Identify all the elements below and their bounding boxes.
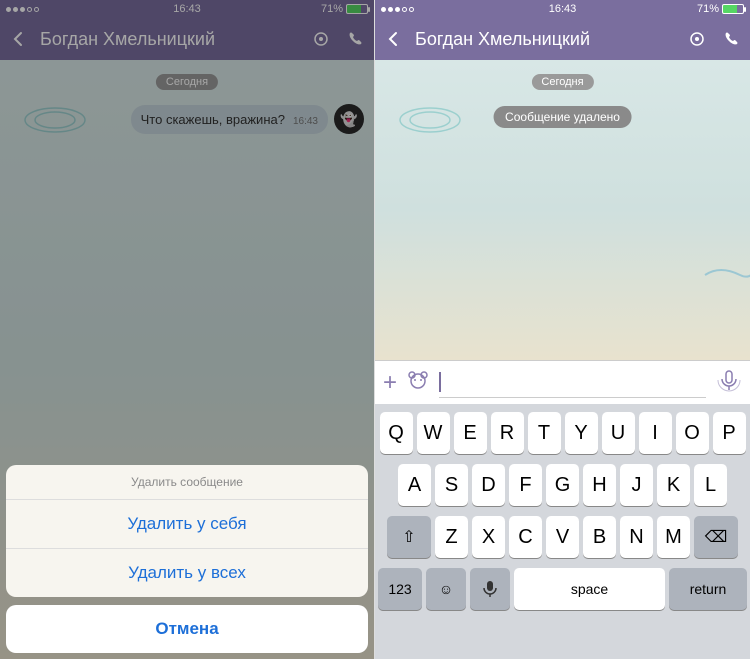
compose-bar: + — [375, 360, 750, 404]
key-d[interactable]: D — [472, 464, 505, 506]
key-p[interactable]: P — [713, 412, 746, 454]
key-a[interactable]: A — [398, 464, 431, 506]
key-e[interactable]: E — [454, 412, 487, 454]
backspace-key[interactable]: ⌫ — [694, 516, 738, 558]
key-v[interactable]: V — [546, 516, 579, 558]
key-z[interactable]: Z — [435, 516, 468, 558]
kbd-row-1: QWERTYUIOP — [378, 412, 747, 454]
key-f[interactable]: F — [509, 464, 542, 506]
chat-area-right: Сегодня Сообщение удалено — [375, 60, 750, 360]
sticker-icon[interactable] — [407, 369, 429, 396]
phone-right: 16:43 71% Богдан Хмельницкий Сегодня Соо… — [375, 0, 750, 659]
chat-title[interactable]: Богдан Хмельницкий — [415, 29, 676, 50]
key-t[interactable]: T — [528, 412, 561, 454]
key-s[interactable]: S — [435, 464, 468, 506]
chat-header: Богдан Хмельницкий — [375, 18, 750, 60]
mic-icon[interactable] — [716, 367, 742, 398]
action-sheet: Удалить сообщение Удалить у себя Удалить… — [6, 465, 368, 653]
key-m[interactable]: M — [657, 516, 690, 558]
return-key[interactable]: return — [669, 568, 747, 610]
key-g[interactable]: G — [546, 464, 579, 506]
keyboard: QWERTYUIOP ASDFGHJKL ⇧ ZXCVBNM ⌫ 123 ☺ s… — [375, 404, 750, 659]
space-key[interactable]: space — [514, 568, 665, 610]
dictation-key[interactable] — [470, 568, 510, 610]
call-icon[interactable] — [718, 26, 744, 52]
kbd-row-4: 123 ☺ space return — [378, 568, 747, 610]
back-icon[interactable] — [381, 26, 407, 52]
key-o[interactable]: O — [676, 412, 709, 454]
phone-left: 16:43 71% Богдан Хмельницкий Сегодня Что… — [0, 0, 375, 659]
action-sheet-group: Удалить сообщение Удалить у себя Удалить… — [6, 465, 368, 597]
numeric-key[interactable]: 123 — [378, 568, 422, 610]
delete-for-all-button[interactable]: Удалить у всех — [6, 549, 368, 597]
day-separator: Сегодня — [531, 74, 593, 90]
shift-key[interactable]: ⇧ — [387, 516, 431, 558]
key-r[interactable]: R — [491, 412, 524, 454]
deleted-message: Сообщение удалено — [493, 106, 632, 128]
delete-for-me-button[interactable]: Удалить у себя — [6, 500, 368, 549]
battery-icon — [722, 4, 744, 14]
key-x[interactable]: X — [472, 516, 505, 558]
cancel-button[interactable]: Отмена — [6, 605, 368, 653]
kbd-row-3: ⇧ ZXCVBNM ⌫ — [378, 516, 747, 558]
key-n[interactable]: N — [620, 516, 653, 558]
emoji-key[interactable]: ☺ — [426, 568, 466, 610]
key-i[interactable]: I — [639, 412, 672, 454]
caret — [439, 372, 441, 392]
kbd-row-2: ASDFGHJKL — [378, 464, 747, 506]
key-b[interactable]: B — [583, 516, 616, 558]
key-l[interactable]: L — [694, 464, 727, 506]
key-j[interactable]: J — [620, 464, 653, 506]
gear-icon[interactable] — [684, 26, 710, 52]
key-w[interactable]: W — [417, 412, 450, 454]
key-q[interactable]: Q — [380, 412, 413, 454]
message-input[interactable] — [439, 368, 706, 398]
key-u[interactable]: U — [602, 412, 635, 454]
key-y[interactable]: Y — [565, 412, 598, 454]
key-h[interactable]: H — [583, 464, 616, 506]
key-c[interactable]: C — [509, 516, 542, 558]
sheet-title: Удалить сообщение — [6, 465, 368, 500]
key-k[interactable]: K — [657, 464, 690, 506]
plus-icon[interactable]: + — [383, 369, 397, 397]
status-time: 16:43 — [375, 3, 750, 15]
status-bar: 16:43 71% — [375, 0, 750, 18]
